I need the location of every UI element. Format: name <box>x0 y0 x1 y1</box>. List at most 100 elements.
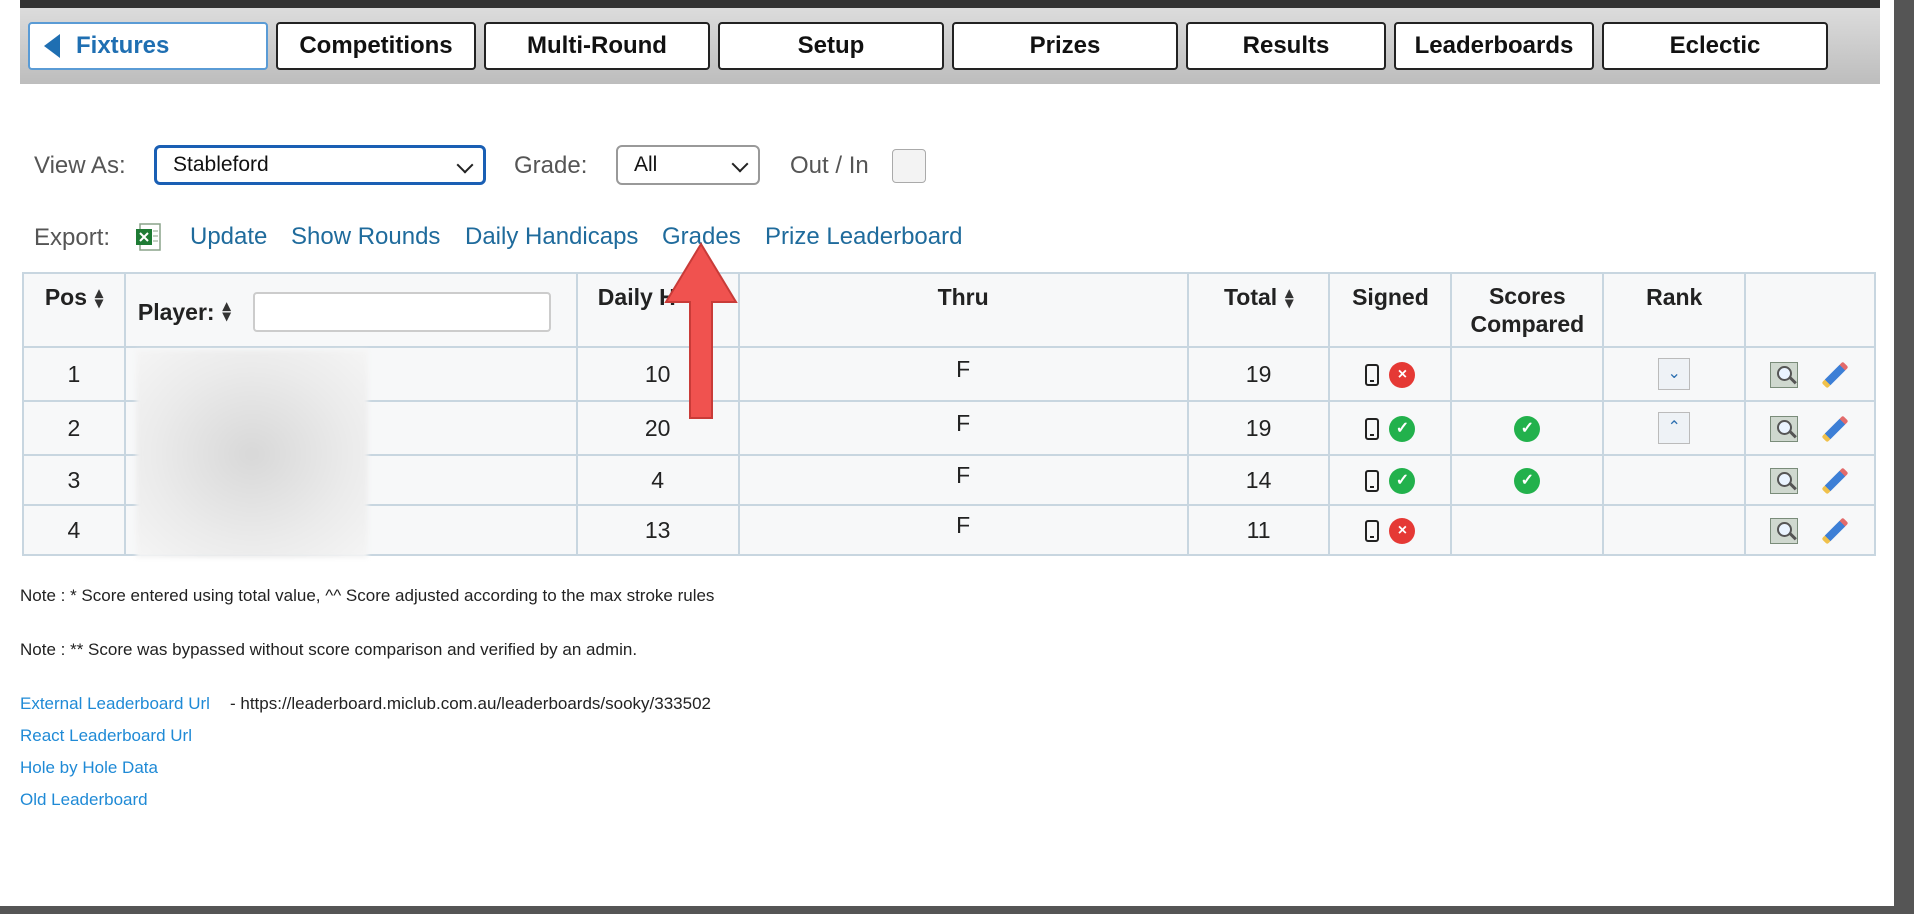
chevron-down-icon <box>731 155 749 173</box>
prize-leaderboard-link[interactable]: Prize Leaderboard <box>765 223 962 251</box>
player-search-input[interactable] <box>252 292 551 332</box>
sort-icon: ▴ ▾ <box>95 284 104 312</box>
window-edge <box>1894 0 1914 914</box>
compared-cell <box>1450 346 1605 402</box>
pencil-icon[interactable] <box>1821 415 1849 443</box>
rank-down-button[interactable]: ⌄ <box>1658 358 1691 390</box>
grade-label: Grade: <box>514 152 588 179</box>
total-cell: 19 <box>1186 400 1331 456</box>
actions-cell <box>1744 504 1876 556</box>
magnifier-icon[interactable] <box>1770 467 1799 494</box>
show-rounds-link[interactable]: Show Rounds <box>291 223 440 251</box>
header-label: Thru <box>937 284 989 310</box>
note-bypassed: Note : ** Score was bypassed without sco… <box>20 640 638 659</box>
hole-by-hole-link[interactable]: Hole by Hole Data <box>20 758 158 778</box>
view-as-label: View As: <box>34 152 126 179</box>
pencil-icon[interactable] <box>1821 467 1849 495</box>
header-label: Total <box>1223 284 1278 310</box>
pencil-icon[interactable] <box>1821 361 1849 389</box>
excel-export-icon[interactable] <box>134 222 164 252</box>
chevron-down-icon <box>456 156 474 174</box>
tab-results[interactable]: Results <box>1186 22 1386 70</box>
old-leaderboard-link[interactable]: Old Leaderboard <box>20 790 148 810</box>
actions-cell <box>1744 400 1876 456</box>
rank-cell <box>1602 504 1747 556</box>
signed-cell: × <box>1328 346 1453 402</box>
thru-header: Thru <box>737 272 1189 348</box>
cross-circle-icon: × <box>1389 361 1416 388</box>
tab-setup[interactable]: Setup <box>718 22 944 70</box>
update-link[interactable]: Update <box>190 223 267 251</box>
pos-cell: 1 <box>22 346 126 402</box>
daily-handicaps-link[interactable]: Daily Handicaps <box>465 223 638 251</box>
total-cell: 11 <box>1186 504 1331 556</box>
check-circle-icon: ✓ <box>1514 467 1541 494</box>
note-total-value: Note : * Score entered using total value… <box>20 586 715 605</box>
actions-header <box>1744 272 1876 348</box>
actions-cell <box>1744 454 1876 506</box>
react-leaderboard-link[interactable]: React Leaderboard Url <box>20 726 192 746</box>
top-strip <box>20 0 1880 8</box>
view-as-select[interactable]: Stableford <box>154 145 486 185</box>
sort-icon: ▴ ▾ <box>1285 284 1294 312</box>
tab-fixtures[interactable]: Fixtures <box>28 22 268 70</box>
check-circle-icon: ✓ <box>1389 415 1416 442</box>
phone-icon <box>1365 469 1380 492</box>
thru-cell: F <box>737 346 1189 402</box>
external-leaderboard-link[interactable]: External Leaderboard Url <box>20 694 210 714</box>
grade-value: All <box>634 153 658 176</box>
compared-cell <box>1450 504 1605 556</box>
magnifier-icon[interactable] <box>1770 415 1799 442</box>
annotation-arrow-icon <box>664 242 738 419</box>
pos-cell: 3 <box>22 454 126 506</box>
thru-cell: F <box>737 454 1189 506</box>
out-in-label: Out / In <box>790 152 869 179</box>
pos-cell: 2 <box>22 400 126 456</box>
daily-cell: 13 <box>575 504 740 556</box>
pos-cell: 4 <box>22 504 126 556</box>
export-label: Export: <box>34 224 111 251</box>
out-in-checkbox[interactable] <box>892 149 926 183</box>
rank-header: Rank <box>1602 272 1747 348</box>
sort-icon[interactable]: ▴ ▾ <box>223 299 231 325</box>
magnifier-icon[interactable] <box>1770 517 1799 544</box>
compared-cell: ✓ <box>1450 454 1605 506</box>
scores-compared-header: Scores Compared <box>1450 272 1605 348</box>
total-header[interactable]: Total ▴ ▾ <box>1186 272 1331 348</box>
tab-prizes[interactable]: Prizes <box>952 22 1178 70</box>
rank-up-button[interactable]: ⌃ <box>1658 412 1691 444</box>
tab-leaderboards[interactable]: Leaderboards <box>1394 22 1594 70</box>
tab-label: Eclectic <box>1669 32 1761 59</box>
tab-competitions[interactable]: Competitions <box>276 22 476 70</box>
signed-cell: × <box>1328 504 1453 556</box>
rank-cell <box>1602 454 1747 506</box>
magnifier-icon[interactable] <box>1770 361 1799 388</box>
pos-header[interactable]: Pos ▴ ▾ <box>22 272 126 348</box>
phone-icon <box>1365 519 1380 542</box>
cross-circle-icon: × <box>1389 517 1416 544</box>
tab-label: Fixtures <box>76 32 170 59</box>
total-cell: 14 <box>1186 454 1331 506</box>
nav-bar: Fixtures Competitions Multi-Round Setup … <box>20 8 1880 84</box>
header-label: Player: <box>137 298 215 325</box>
header-label: Scores Compared <box>1470 283 1585 337</box>
signed-cell: ✓ <box>1328 400 1453 456</box>
tab-multi-round[interactable]: Multi-Round <box>484 22 710 70</box>
thru-cell: F <box>737 400 1189 456</box>
phone-icon <box>1365 417 1380 440</box>
redacted-player-names <box>136 350 368 558</box>
tab-label: Competitions <box>299 32 453 59</box>
window-edge-bottom <box>0 906 1914 914</box>
tab-label: Leaderboards <box>1414 32 1574 59</box>
header-label: Pos <box>44 284 87 310</box>
phone-icon <box>1365 363 1380 386</box>
pencil-icon[interactable] <box>1821 517 1849 545</box>
external-leaderboard-url: - https://leaderboard.miclub.com.au/lead… <box>230 694 712 713</box>
tab-label: Results <box>1242 32 1330 59</box>
player-header: Player: ▴ ▾ <box>123 272 578 348</box>
check-circle-icon: ✓ <box>1389 467 1416 494</box>
check-circle-icon: ✓ <box>1514 415 1541 442</box>
daily-cell: 4 <box>575 454 740 506</box>
grade-select[interactable]: All <box>616 145 760 185</box>
tab-eclectic[interactable]: Eclectic <box>1602 22 1828 70</box>
